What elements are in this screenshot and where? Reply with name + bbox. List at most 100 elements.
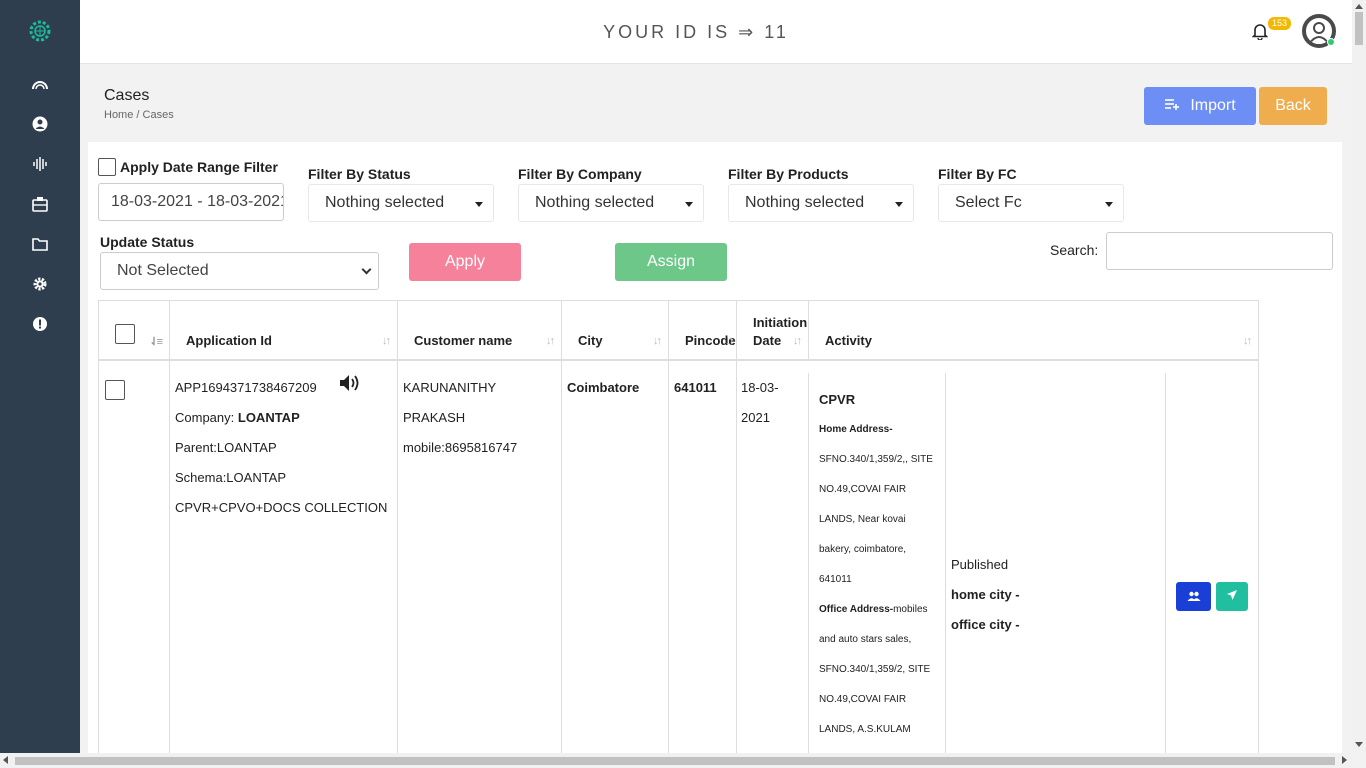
row-checkbox[interactable] [105, 380, 125, 400]
column-divider [169, 361, 170, 753]
office-city-text: office city - [951, 617, 1020, 632]
dashboard-gauge-icon[interactable] [30, 74, 50, 94]
pincode-cell: 641011 [674, 380, 717, 395]
cases-card: Apply Date Range Filter 18-03-2021 - 18-… [88, 142, 1342, 753]
home-address-line: bakery, coimbatore, [819, 544, 907, 555]
company-name: LOANTAP [237, 410, 300, 425]
sort-icon: ↓↑ [725, 335, 734, 347]
update-status-label: Update Status [100, 234, 195, 250]
airplane-icon [1226, 588, 1238, 606]
customer-name-line2: PRAKASH [403, 410, 466, 425]
notification-badge: 153 [1268, 17, 1292, 30]
fc-filter-dropdown[interactable]: Select Fc [938, 184, 1124, 222]
company-filter-dropdown[interactable]: Nothing selected [518, 184, 704, 222]
playlist-add-icon [1164, 97, 1180, 115]
page-header: Cases Home / Cases Import Back [88, 72, 1342, 142]
office-address-line: and auto stars sales, [819, 634, 912, 645]
column-divider [1165, 373, 1166, 753]
vertical-scroll-thumb[interactable] [1355, 12, 1363, 45]
city-cell: Coimbatore [567, 380, 640, 395]
horizontal-scroll-thumb[interactable] [15, 757, 1335, 765]
group-users-icon [1187, 588, 1201, 606]
office-address-line: SFNO.340/1,359/2, SITE [819, 664, 931, 675]
column-initiation-date[interactable]: Initiation Date ↓↑ [737, 301, 809, 359]
alert-icon[interactable] [30, 314, 50, 334]
folder-icon[interactable] [30, 234, 50, 254]
date-range-filter-label: Apply Date Range Filter [120, 159, 278, 175]
date-range-checkbox[interactable] [98, 158, 116, 176]
user-icon[interactable] [30, 114, 50, 134]
import-button[interactable]: Import [1144, 87, 1256, 125]
sidebar [0, 0, 80, 753]
schema-text: Schema:LOANTAP [175, 470, 287, 485]
column-divider [397, 361, 398, 753]
initiation-date-line2: 2021 [741, 410, 770, 425]
product-text: CPVR+CPVO+DOCS COLLECTION [175, 500, 388, 515]
bell-icon[interactable] [1251, 22, 1269, 41]
company-filter-value: Nothing selected [535, 194, 655, 211]
products-filter-dropdown[interactable]: Nothing selected [728, 184, 914, 222]
id-card-icon[interactable] [30, 194, 50, 214]
home-address-line: LANDS, Near kovai [819, 514, 906, 525]
update-status-select[interactable]: Not Selected [100, 252, 379, 290]
office-address-first-line: Office Address-mobiles [819, 604, 928, 615]
search-label: Search: [1050, 242, 1099, 258]
status-filter-value: Nothing selected [325, 194, 445, 211]
column-divider [736, 361, 737, 753]
user-id-text: YOUR ID IS ⇒ 11 [603, 22, 789, 42]
dispatch-button[interactable] [1216, 582, 1248, 611]
column-divider [561, 361, 562, 753]
sort-icon: ↓↑ [1243, 335, 1252, 347]
sort-icon: ↓↑ [382, 335, 391, 347]
home-address-line: NO.49,COVAI FAIR [819, 484, 907, 495]
column-pincode[interactable]: Pincode ↓↑ [669, 301, 737, 359]
sort-icon: ↓↑ [653, 335, 662, 347]
top-header: YOUR ID IS ⇒ 11 153 [80, 0, 1352, 64]
select-all-column: ⇃≡ [99, 301, 170, 359]
assign-users-button[interactable] [1176, 582, 1211, 611]
office-address-line: NO.49,COVAI FAIR [819, 694, 907, 705]
speaker-icon[interactable] [338, 373, 362, 398]
scroll-down-arrow-icon[interactable] [1355, 742, 1363, 747]
status-filter-dropdown[interactable]: Nothing selected [308, 184, 494, 222]
date-range-input[interactable]: 18-03-2021 - 18-03-2021 [98, 183, 284, 221]
caret-down-icon [895, 202, 903, 207]
activity-type: CPVR [819, 392, 856, 407]
initiation-date-line1: 18-03- [741, 380, 779, 395]
breadcrumb: Home / Cases [104, 109, 174, 121]
scroll-left-arrow-icon[interactable] [3, 756, 8, 764]
caret-down-icon [1105, 202, 1113, 207]
audio-wave-icon[interactable] [30, 154, 50, 174]
parent-text: Parent:LOANTAP [175, 440, 277, 455]
sort-icon: ↓↑ [793, 335, 802, 347]
scroll-up-arrow-icon[interactable] [1355, 4, 1363, 9]
back-button[interactable]: Back [1259, 87, 1327, 125]
scroll-right-arrow-icon[interactable] [1342, 756, 1347, 764]
select-all-checkbox[interactable] [115, 324, 135, 344]
company-text: Company: LOANTAP [175, 410, 300, 425]
settings-gear-logo-icon[interactable] [28, 19, 52, 43]
company-filter-label: Filter By Company [518, 166, 642, 182]
home-address-line: 641011 [819, 574, 852, 585]
column-city[interactable]: City ↓↑ [562, 301, 669, 359]
application-id: APP1694371738467209 [175, 380, 317, 395]
page-title: Cases [104, 87, 150, 104]
assign-button[interactable]: Assign [615, 243, 727, 281]
caret-down-icon [475, 202, 483, 207]
horizontal-scrollbar[interactable] [0, 753, 1352, 768]
chevron-down-icon [361, 264, 372, 275]
gear-icon[interactable] [30, 274, 50, 294]
cases-table: ⇃≡ Application Id ↓↑ Customer name ↓↑ Ci… [98, 300, 1259, 753]
vertical-scrollbar[interactable] [1352, 0, 1366, 753]
office-address-label: Office Address- [819, 604, 894, 615]
column-divider [945, 373, 946, 753]
status-filter-label: Filter By Status [308, 166, 411, 182]
sort-icon[interactable]: ⇃≡ [149, 335, 163, 348]
online-status-dot [1327, 38, 1335, 46]
column-activity[interactable]: Activity ↓↑ [809, 301, 1258, 359]
apply-button[interactable]: Apply [409, 243, 521, 281]
search-input[interactable] [1106, 232, 1333, 270]
column-application-id[interactable]: Application Id ↓↑ [170, 301, 398, 359]
column-divider [808, 373, 809, 753]
column-customer-name[interactable]: Customer name ↓↑ [398, 301, 562, 359]
